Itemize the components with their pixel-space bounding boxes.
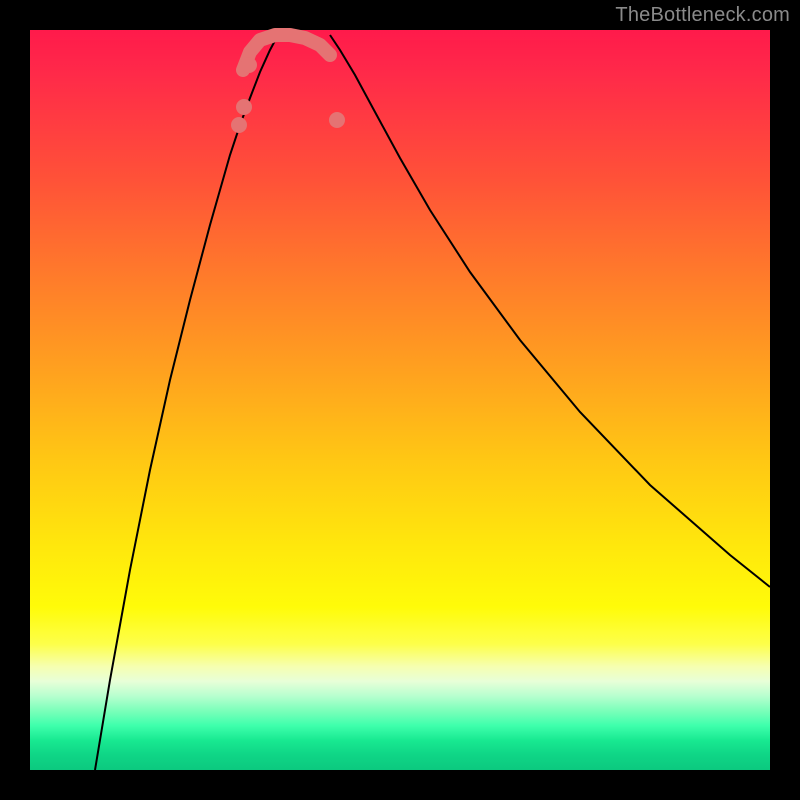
chart-frame: TheBottleneck.com (0, 0, 800, 800)
chart-plot-area (30, 30, 770, 770)
curve-markers (231, 57, 345, 133)
chart-svg (30, 30, 770, 770)
curve-left (95, 35, 278, 770)
curve-right (330, 35, 770, 587)
left-dot-lower (241, 57, 257, 73)
left-dot-mid (236, 99, 252, 115)
right-dot (329, 112, 345, 128)
watermark-text: TheBottleneck.com (615, 4, 790, 27)
left-dot-upper (231, 117, 247, 133)
